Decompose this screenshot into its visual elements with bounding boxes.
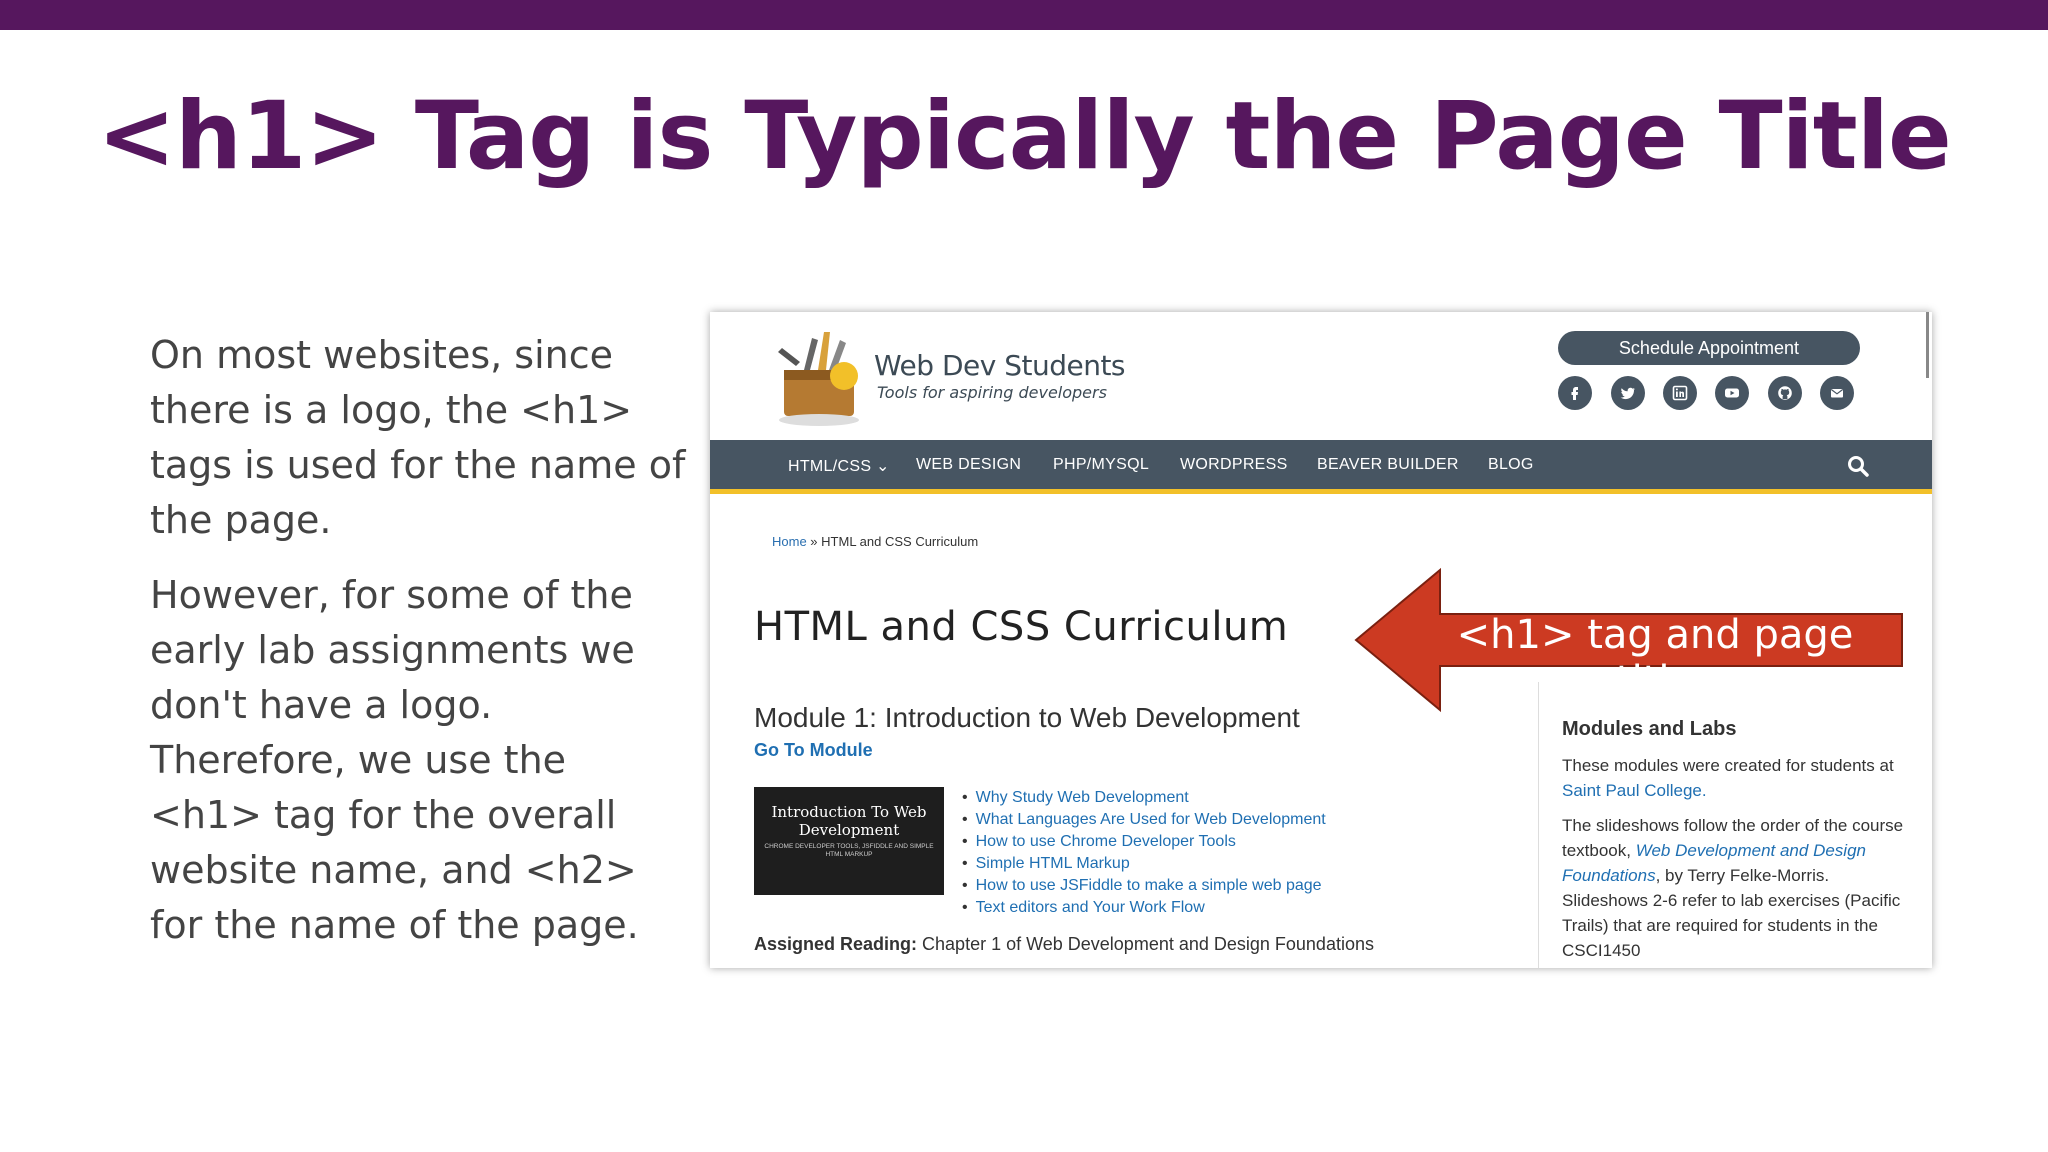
sidebar-paragraph-1: These modules were created for students … [1562,753,1912,803]
sidebar-text: These modules were created for students … [1562,756,1894,775]
facebook-icon[interactable] [1558,376,1592,410]
top-accent-bar [0,0,2048,30]
sidebar-heading: Modules and Labs [1562,718,1737,740]
nav-item-blog[interactable]: BLOG [1488,456,1534,474]
search-icon[interactable] [1846,454,1870,478]
linkedin-icon[interactable] [1663,376,1697,410]
sidebar: Modules and Labs These modules were crea… [1562,718,1912,968]
email-icon[interactable] [1820,376,1854,410]
nav-item-php-mysql[interactable]: PHP/MYSQL [1053,456,1149,474]
site-tagline: Tools for aspiring developers [877,383,1107,402]
assigned-reading-label: Assigned Reading: [754,934,918,954]
site-name[interactable]: Web Dev Students [874,349,1126,382]
slide-paragraph-1: On most websites, since there is a logo,… [150,333,686,542]
thumbnail-title: Introduction To Web Development [771,803,927,839]
assigned-reading-text: Chapter 1 of Web Development and Design … [917,934,1374,954]
module-link[interactable]: Simple HTML Markup [962,853,1326,875]
breadcrumb-current: HTML and CSS Curriculum [821,534,979,549]
twitter-icon[interactable] [1611,376,1645,410]
breadcrumb-home-link[interactable]: Home [772,534,807,549]
module-thumbnail[interactable]: Introduction To Web Development CHROME D… [754,787,944,895]
scrollbar[interactable] [1926,312,1929,378]
nav-item-beaver-builder[interactable]: BEAVER BUILDER [1317,456,1459,474]
module-link[interactable]: Why Study Web Development [962,787,1326,809]
nav-item-wordpress[interactable]: WORDPRESS [1180,456,1288,474]
schedule-appointment-button[interactable]: Schedule Appointment [1558,331,1860,365]
nav-item-web-design[interactable]: WEB DESIGN [916,456,1021,474]
website-screenshot: Web Dev Students Tools for aspiring deve… [710,312,1932,968]
youtube-icon[interactable] [1715,376,1749,410]
breadcrumb-separator: » [806,534,822,549]
sidebar-paragraph-2: The slideshows follow the order of the c… [1562,813,1912,963]
module-link[interactable]: Text editors and Your Work Flow [962,897,1326,919]
module-link[interactable]: How to use JSFiddle to make a simple web… [962,875,1326,897]
module-link[interactable]: What Languages Are Used for Web Developm… [962,809,1326,831]
callout-label: <h1> tag and page title [1456,612,1854,704]
module-link[interactable]: How to use Chrome Developer Tools [962,831,1326,853]
nav-item-html-css[interactable]: HTML/CSS ⌄ [788,456,890,476]
saint-paul-college-link[interactable]: Saint Paul College. [1562,781,1707,800]
go-to-module-link[interactable]: Go To Module [754,740,873,761]
slide-title: <h1> Tag is Typically the Page Title [97,82,1951,191]
thumbnail-subtitle: CHROME DEVELOPER TOOLS, JSFIDDLE AND SIM… [764,843,934,858]
main-nav: HTML/CSS ⌄ WEB DESIGN PHP/MYSQL WORDPRES… [710,440,1932,494]
site-header: Web Dev Students Tools for aspiring deve… [710,312,1932,440]
module-link-list: Why Study Web Development What Languages… [962,787,1326,919]
sidebar-divider [1538,682,1539,968]
github-icon[interactable] [1768,376,1802,410]
breadcrumb: Home » HTML and CSS Curriculum [772,534,978,549]
page-heading: HTML and CSS Curriculum [754,604,1289,650]
slide-body-text: On most websites, since there is a logo,… [150,328,690,973]
module-title: Module 1: Introduction to Web Developmen… [754,702,1300,733]
toolbox-logo-icon[interactable] [774,318,870,430]
assigned-reading: Assigned Reading: Chapter 1 of Web Devel… [754,934,1374,955]
slide-paragraph-2: However, for some of the early lab assig… [150,573,639,947]
